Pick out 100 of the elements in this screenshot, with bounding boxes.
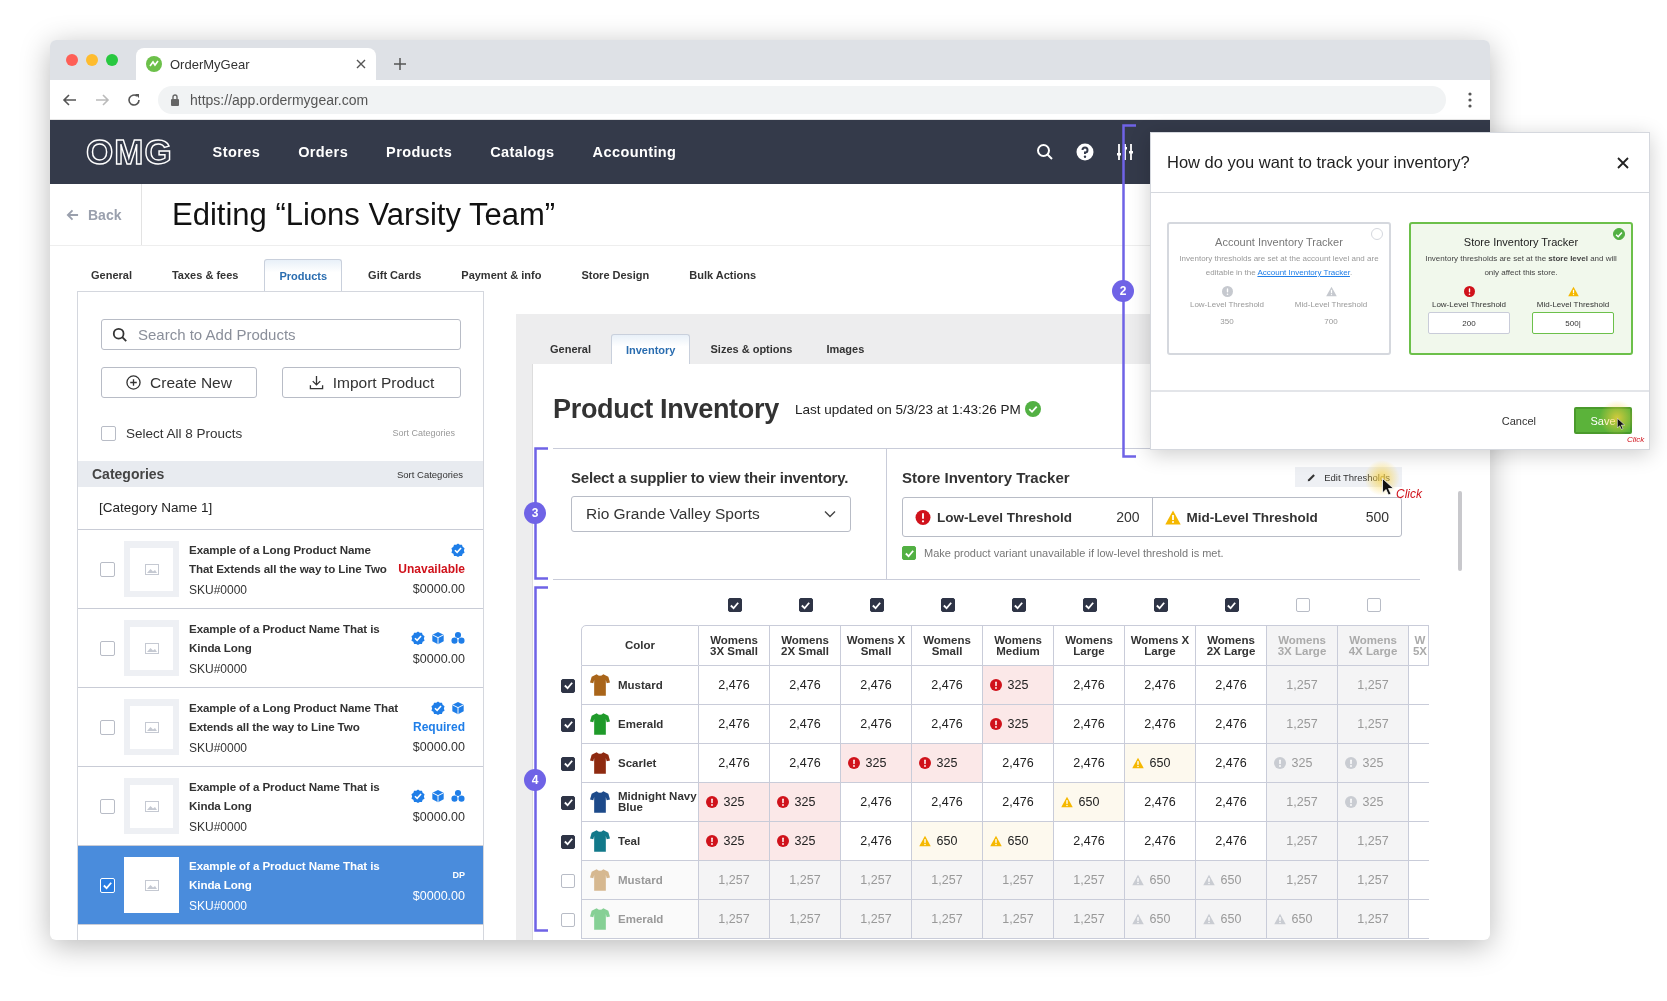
tab[interactable]: Inventory	[610, 334, 691, 364]
cluster-icon	[451, 789, 465, 803]
checkbox[interactable]	[798, 598, 813, 612]
checkbox[interactable]	[1082, 598, 1097, 612]
help-icon[interactable]	[1076, 143, 1094, 161]
tracker-option-card[interactable]: Store Inventory Tracker Inventory thresholds are set at the store level and will only affect this store. Low-Level Threshold 200 Mid-Level Threshold 500|	[1409, 222, 1633, 355]
alert-icon	[1463, 286, 1475, 297]
nav-link[interactable]: Catalogs	[490, 144, 555, 160]
checkbox[interactable]	[100, 561, 115, 577]
account-tracker-link[interactable]: Account Inventory Tracker	[1257, 268, 1350, 277]
checkbox[interactable]	[561, 834, 575, 849]
checkbox[interactable]	[561, 717, 575, 732]
create-new-button[interactable]: Create New	[101, 367, 257, 398]
checkbox[interactable]	[1224, 598, 1239, 612]
cancel-button[interactable]: Cancel	[1501, 414, 1536, 427]
last-updated-text: Last updated on 5/3/23 at 1:43:26 PM	[794, 401, 1021, 417]
search-field[interactable]: Search to Add Products	[101, 319, 461, 350]
settings-sliders-icon[interactable]	[1116, 143, 1134, 161]
checkbox[interactable]	[902, 546, 916, 560]
threshold-label: Mid-Level Threshold	[1536, 300, 1610, 309]
tab[interactable]: Taxes & fees	[157, 259, 253, 291]
checkbox[interactable]	[727, 598, 742, 612]
table-cell: 2,476	[1125, 705, 1196, 744]
logo[interactable]: OMG	[86, 132, 173, 172]
warning-icon	[1567, 286, 1579, 297]
browser-tab[interactable]: OrderMyGear	[136, 48, 376, 80]
back-arrow-icon[interactable]	[62, 91, 78, 108]
checkbox[interactable]	[100, 798, 115, 814]
tab[interactable]: General	[536, 334, 605, 364]
status-text: Required	[413, 720, 465, 734]
threshold-label: Low-Level Threshold	[1189, 300, 1265, 309]
checkbox[interactable]	[561, 795, 575, 810]
inactive-warning-icon	[1203, 913, 1215, 925]
close-icon[interactable]	[1617, 156, 1629, 169]
threshold-input[interactable]: 200	[1428, 312, 1510, 334]
checkbox[interactable]	[100, 640, 115, 656]
warning-icon	[1164, 509, 1181, 525]
tab[interactable]: General	[77, 259, 146, 291]
chevron-down-icon	[824, 510, 836, 518]
inactive-alert-icon	[1345, 757, 1357, 769]
radio-button[interactable]	[1613, 228, 1625, 240]
checkbox[interactable]	[1011, 598, 1026, 612]
cube-icon	[451, 701, 465, 715]
import-product-button[interactable]: Import Product	[282, 367, 461, 398]
tab[interactable]: Bulk Actions	[675, 259, 771, 291]
close-tab-icon[interactable]	[356, 59, 366, 69]
nav-link[interactable]: Accounting	[592, 144, 677, 160]
tracker-option-card[interactable]: Account Inventory Tracker Inventory thresholds are set at the account level and are editable in the Account Inventory Tracker. Low-Level Threshold 350 Mid-Level Threshold 700	[1167, 222, 1391, 355]
product-row[interactable]: Example of a Product Name That is Kinda Long SKU#0000 $0000.00	[78, 767, 483, 846]
threshold-input[interactable]: 500|	[1532, 312, 1614, 334]
checkbox[interactable]	[561, 756, 575, 771]
nav-link[interactable]: Orders	[298, 144, 349, 160]
success-check-icon	[1024, 401, 1041, 417]
tab[interactable]: Store Design	[567, 259, 664, 291]
table-cell: 2,476	[1054, 666, 1125, 705]
product-row[interactable]: Example of a Long Product Name That Extends all the way to Line Two SKU#0000 Required $0000.00	[78, 688, 483, 767]
search-icon[interactable]	[1036, 143, 1054, 161]
sort-categories-link[interactable]: Sort Categories	[397, 468, 463, 480]
checkbox[interactable]	[1153, 598, 1168, 612]
table-cell: 2,476	[699, 666, 770, 705]
checkbox[interactable]	[869, 598, 884, 612]
product-row[interactable]: Example of a Long Product Name That Extends all the way to Line Two SKU#0000 Unavailable $0000.00	[78, 530, 483, 609]
checkbox[interactable]	[100, 719, 115, 735]
inactive-warning-icon	[1132, 874, 1144, 886]
checkbox[interactable]	[1295, 598, 1310, 612]
table-cell: 1,257	[983, 861, 1054, 900]
product-row[interactable]: Example of a Product Name That is Kinda Long SKU#0000 $0000.00	[78, 609, 483, 688]
checkbox[interactable]	[101, 425, 116, 441]
checkbox[interactable]	[561, 912, 575, 927]
reload-icon[interactable]	[126, 91, 142, 108]
t-shirt-icon	[590, 868, 610, 892]
checkbox[interactable]	[940, 598, 955, 612]
inactive-alert-icon	[1221, 286, 1233, 297]
category-name: [Category Name 1]	[78, 487, 483, 530]
supplier-dropdown[interactable]: Rio Grande Valley Sports	[571, 496, 851, 532]
table-cell: 2,476	[841, 666, 912, 705]
nav-link[interactable]: Products	[386, 144, 453, 160]
tab[interactable]: Payment & info	[447, 259, 556, 291]
alert-icon	[706, 796, 718, 808]
nav-link[interactable]: Stores	[212, 144, 261, 160]
checkbox[interactable]	[561, 678, 575, 693]
checkbox[interactable]	[561, 873, 575, 888]
tab[interactable]: Products	[264, 259, 343, 291]
new-tab-icon[interactable]	[394, 58, 406, 70]
radio-button[interactable]	[1371, 228, 1383, 240]
checkbox-label: Make product variant unavailable if low-level threshold is met.	[924, 547, 1224, 559]
browser-menu-icon[interactable]	[1468, 91, 1472, 108]
alert-icon	[990, 718, 1002, 730]
tab[interactable]: Sizes & options	[696, 334, 807, 364]
color-name: Teal	[618, 835, 641, 847]
lock-icon	[170, 93, 180, 106]
edit-thresholds-button[interactable]: Edit Thresholds	[1295, 467, 1402, 487]
alert-icon	[919, 757, 931, 769]
checkbox[interactable]	[1366, 598, 1381, 612]
address-field[interactable]: https://app.ordermygear.com	[158, 85, 1446, 114]
scrollbar[interactable]	[1458, 491, 1462, 571]
color-name: Midnight Navy Blue	[618, 791, 698, 813]
tab[interactable]: Gift Cards	[354, 259, 436, 291]
table-cell: 1,257	[983, 900, 1054, 939]
tab[interactable]: Images	[812, 334, 879, 364]
